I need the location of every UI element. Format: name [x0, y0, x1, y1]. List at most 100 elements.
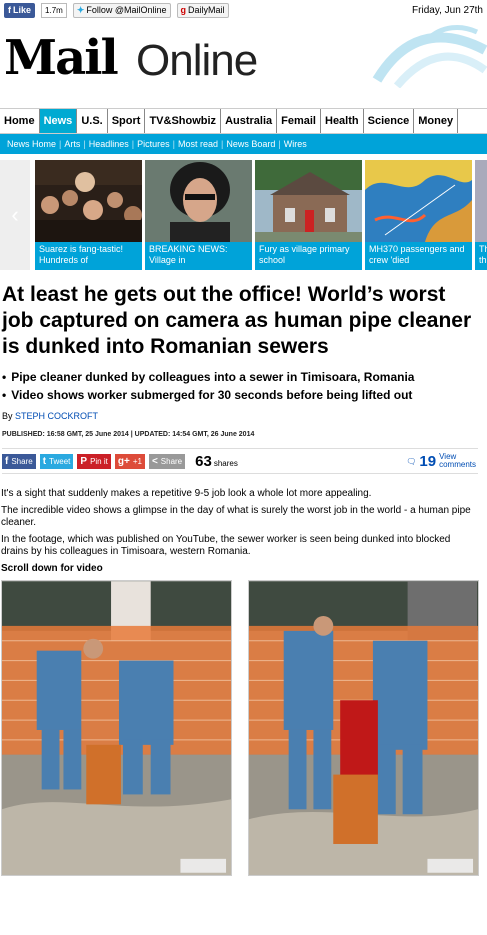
pinterest-label: Pin it	[90, 456, 108, 466]
subnav-item-news-home[interactable]: News Home	[4, 139, 59, 149]
nav-item-news[interactable]: News	[39, 109, 78, 133]
carousel-slide[interactable]: Fury as village primary school	[255, 160, 362, 270]
slide-caption: Fury as village primary school	[255, 242, 362, 270]
subnav-item-most-read[interactable]: Most read	[175, 139, 221, 149]
news-carousel: ‹ Suarez is fang-tastic! Hundreds of BRE…	[0, 160, 487, 270]
nav-item-femail[interactable]: Femail	[277, 109, 321, 133]
nav-item-australia[interactable]: Australia	[221, 109, 278, 133]
subnav-divider: |	[278, 139, 281, 149]
slide-caption: BREAKING NEWS: Village in	[145, 242, 252, 270]
article-paragraph: In the footage, which was published on Y…	[1, 534, 451, 557]
subnav-divider: |	[172, 139, 175, 149]
carousel-prev-button[interactable]: ‹	[0, 160, 30, 270]
share-count-number: 63	[195, 452, 212, 470]
nav-item-science[interactable]: Science	[364, 109, 415, 133]
carousel-slide[interactable]: Suarez is fang-tastic! Hundreds of	[35, 160, 142, 270]
slide-image-crowd	[35, 160, 142, 242]
google-plus-icon: g	[180, 5, 187, 15]
main-nav: Home News U.S. Sport TV&Showbiz Australi…	[0, 108, 487, 134]
subnav-divider: |	[59, 139, 62, 149]
bullet-text: Pipe cleaner dunked by colleagues into a…	[11, 370, 415, 384]
nav-item-sport[interactable]: Sport	[108, 109, 146, 133]
twitter-share-button[interactable]: t Tweet	[39, 453, 74, 469]
carousel-slide[interactable]: MH370 passengers and crew 'died	[365, 160, 472, 270]
share-count-label: shares	[213, 458, 238, 468]
nav-item-health[interactable]: Health	[321, 109, 364, 133]
video-still-image[interactable]	[1, 580, 232, 876]
scroll-down-label: Scroll down for video	[1, 563, 103, 574]
chevron-left-icon: ‹	[11, 202, 19, 227]
site-logo-online[interactable]: Online	[136, 39, 258, 83]
facebook-share-button[interactable]: f Share	[2, 453, 36, 469]
article-paragraph: The incredible video shows a glimpse in …	[1, 505, 471, 528]
slide-image-school	[255, 160, 362, 242]
video-still-image[interactable]	[248, 580, 479, 876]
slide-caption: Suarez is fang-tastic! Hundreds of	[35, 242, 142, 270]
byline: By STEPH COCKROFT	[2, 411, 487, 421]
slide-caption: MH370 passengers and crew 'died	[365, 242, 472, 270]
google-plus-button[interactable]: g+ +1	[114, 453, 145, 469]
comment-label: View comments	[439, 453, 476, 469]
twitter-follow-button[interactable]: ✦ Follow @MailOnline	[72, 2, 171, 18]
slide-image-portrait	[145, 160, 252, 242]
nav-item-tvshowbiz[interactable]: TV&Showbiz	[145, 109, 222, 133]
twitter-bird-icon: ✦	[76, 4, 85, 15]
article-headline: At least he gets out the office! World’s…	[2, 283, 472, 358]
pinterest-button[interactable]: P Pin it	[77, 453, 111, 469]
author-link[interactable]: STEPH COCKROFT	[15, 411, 98, 421]
nav-item-us[interactable]: U.S.	[77, 109, 108, 133]
twitter-icon: t	[42, 455, 47, 467]
slide-caption: Th th	[475, 242, 487, 270]
subnav-item-pictures[interactable]: Pictures	[134, 139, 173, 149]
bullet-dot-icon: •	[2, 370, 7, 384]
bullet-item: • Video shows worker submerged for 30 sec…	[2, 388, 487, 403]
google-plus-label: +1	[132, 456, 142, 466]
bullet-text: Video shows worker submerged for 30 seco…	[11, 388, 413, 402]
comment-label-comments: comments	[439, 460, 476, 469]
speech-bubble-icon: 🗨	[406, 456, 417, 466]
byline-prefix: By	[2, 411, 13, 421]
share-icon: <	[151, 455, 158, 467]
carousel-slide[interactable]: BREAKING NEWS: Village in	[145, 160, 252, 270]
share-bar: f Share t Tweet P Pin it g+ +1 < Share 63 sha…	[2, 448, 478, 474]
generic-share-label: Share	[160, 456, 183, 466]
decorative-swirl-icon	[372, 25, 487, 88]
bullet-item: • Pipe cleaner dunked by colleagues into …	[2, 370, 487, 385]
facebook-like-label: Like	[13, 5, 32, 15]
subnav-divider: |	[83, 139, 86, 149]
article-body: It's a sight that suddenly makes a repet…	[1, 488, 479, 558]
carousel-slide[interactable]: Th th	[475, 160, 487, 270]
article-paragraph: It's a sight that suddenly makes a repet…	[1, 488, 372, 499]
generic-share-button[interactable]: < Share	[148, 453, 186, 469]
masthead: Mail Online	[0, 20, 487, 88]
facebook-like-button[interactable]: f Like	[4, 2, 36, 18]
view-comments-link[interactable]: 🗨 19 View comments	[406, 453, 478, 470]
google-plus-icon: g+	[117, 455, 130, 467]
share-count: 63 shares	[195, 453, 238, 470]
top-social-bar: f Like 1.7m ✦ Follow @MailOnline g Daily…	[0, 0, 487, 20]
sub-nav: News Home | Arts | Headlines | Pictures | Mo…	[0, 134, 487, 154]
comment-count: 19	[419, 452, 437, 470]
subnav-item-headlines[interactable]: Headlines	[86, 139, 132, 149]
slide-image-partial	[475, 160, 487, 242]
video-stills	[0, 580, 487, 876]
publish-dates: PUBLISHED: 16:58 GMT, 25 June 2014 | UPD…	[2, 431, 255, 438]
pinterest-icon: P	[80, 455, 88, 467]
subnav-item-wires[interactable]: Wires	[281, 139, 310, 149]
dailymail-label: DailyMail	[188, 5, 225, 15]
dailymail-button[interactable]: g DailyMail	[176, 2, 229, 18]
nav-item-money[interactable]: Money	[414, 109, 459, 133]
current-date: Friday, Jun 27th	[412, 4, 483, 16]
facebook-share-label: Share	[11, 456, 33, 466]
site-logo[interactable]: Mail	[4, 34, 119, 82]
nav-item-home[interactable]: Home	[0, 109, 40, 133]
twitter-follow-label: Follow @MailOnline	[86, 5, 167, 15]
bullet-dot-icon: •	[2, 388, 7, 402]
facebook-like-count: 1.7m	[41, 2, 67, 18]
facebook-icon: f	[8, 5, 11, 15]
subnav-item-news-board[interactable]: News Board	[223, 139, 278, 149]
facebook-icon: f	[5, 455, 9, 467]
article-bullets: • Pipe cleaner dunked by colleagues into …	[2, 370, 487, 403]
slide-image-map	[365, 160, 472, 242]
subnav-item-arts[interactable]: Arts	[61, 139, 83, 149]
